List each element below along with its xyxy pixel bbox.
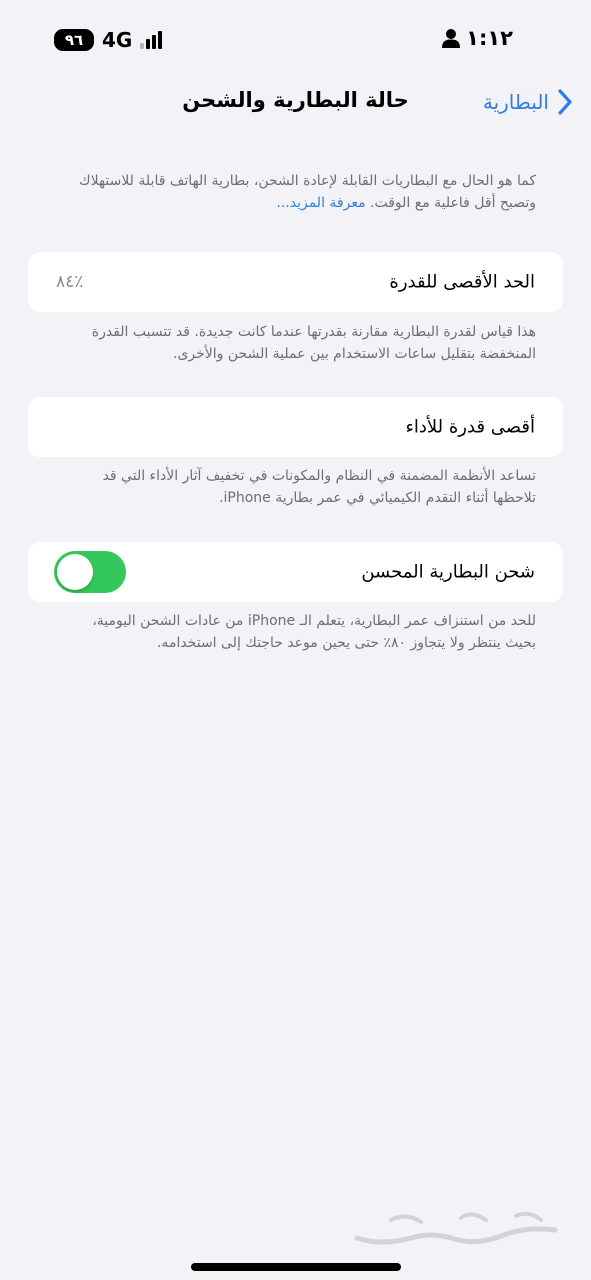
optimized-charging-toggle[interactable] <box>54 551 126 593</box>
chevron-right-icon <box>558 89 572 115</box>
max-capacity-description: هذا قياس لقدرة البطارية مقارنة بقدرتها ع… <box>91 324 536 362</box>
optimized-charging-row: شحن البطارية المحسن <box>28 542 563 602</box>
person-icon <box>442 29 461 48</box>
status-left: ٩٦ 4G <box>54 28 163 52</box>
toggle-knob <box>57 554 93 590</box>
max-capacity-label: الحد الأقصى للقدرة <box>389 271 535 293</box>
battery-indicator: ٩٦ <box>54 29 94 51</box>
nav-bar: حالة البطارية والشحن البطارية <box>0 80 591 128</box>
status-right: ١:١٢ <box>442 26 513 50</box>
intro-description: كما هو الحال مع البطاريات القابلة لإعادة… <box>60 170 536 214</box>
home-indicator[interactable] <box>190 1263 401 1271</box>
network-type: 4G <box>102 28 133 52</box>
back-label: البطارية <box>482 90 549 114</box>
signal-icon <box>140 31 163 49</box>
watermark-logo <box>354 1211 558 1245</box>
peak-performance-row: أقصى قدرة للأداء <box>28 397 563 457</box>
max-capacity-row: الحد الأقصى للقدرة ٪٨٤ <box>28 252 563 312</box>
peak-performance-label: أقصى قدرة للأداء <box>405 416 535 438</box>
clock: ١:١٢ <box>466 26 513 50</box>
learn-more-link[interactable]: معرفة المزيد... <box>276 195 365 211</box>
peak-performance-description: تساعد الأنظمة المضمنة في النظام والمكونا… <box>102 468 536 506</box>
optimized-charging-description: للحد من استنزاف عمر البطارية، يتعلم الـ … <box>92 613 536 651</box>
optimized-charging-label: شحن البطارية المحسن <box>361 561 535 583</box>
max-capacity-value: ٪٨٤ <box>56 272 84 292</box>
back-button[interactable]: البطارية <box>483 88 573 116</box>
status-bar: ٩٦ 4G ١:١٢ <box>0 0 591 80</box>
